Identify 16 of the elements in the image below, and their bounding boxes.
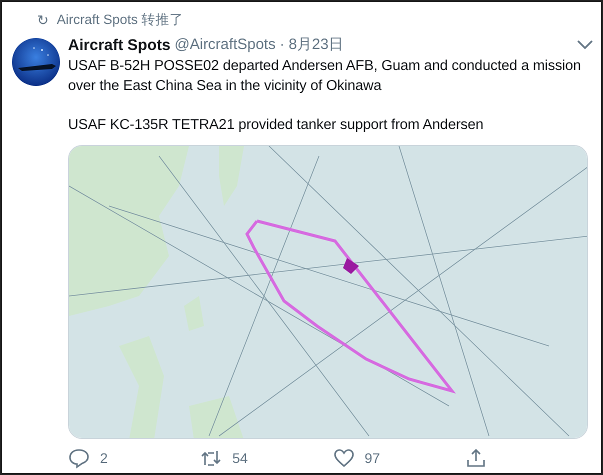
tweet-text: USAF B-52H POSSE02 departed Andersen AFB, Guam and conducted a mission over the East China Sea in the vicinity of Okinawa [68, 57, 582, 96]
reply-count: 2 [100, 448, 108, 468]
share-icon[interactable] [464, 447, 487, 470]
tweet-text: USAF KC-135R TETRA21 provided tanker support from Andersen [68, 116, 484, 135]
tweet-date[interactable]: 8月23日 [288, 34, 344, 57]
retweet-icon: ↻ [37, 10, 49, 30]
like-count: 97 [364, 448, 380, 468]
retweet-label[interactable]: Aircraft Spots 转推了 [56, 10, 184, 30]
retweet-count: 54 [232, 448, 248, 468]
heart-icon[interactable] [332, 447, 354, 470]
chevron-down-icon[interactable] [577, 40, 593, 50]
user-handle[interactable]: @AircraftSpots [174, 34, 276, 57]
reply-icon[interactable] [68, 447, 90, 470]
avatar[interactable] [12, 38, 60, 86]
display-name[interactable]: Aircraft Spots [68, 34, 170, 58]
separator-dot: · [280, 35, 285, 56]
